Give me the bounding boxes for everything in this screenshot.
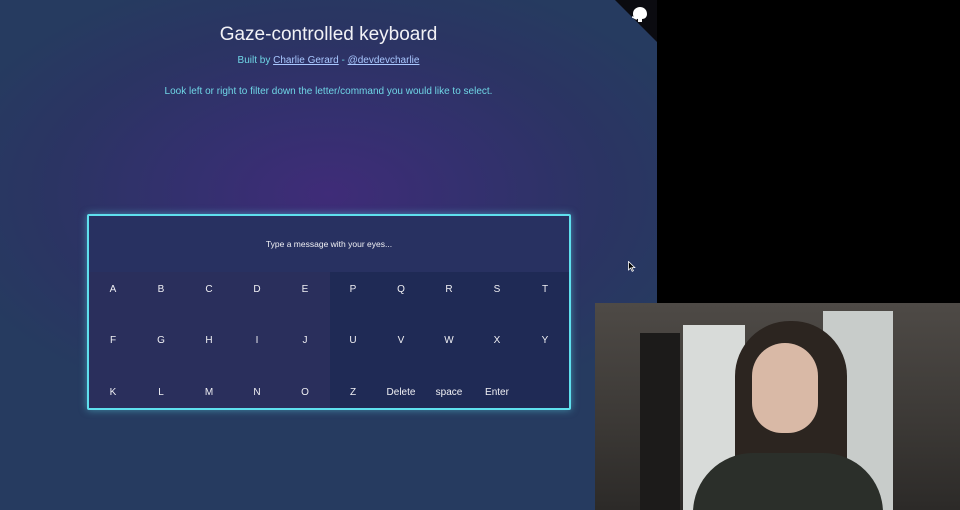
author-link[interactable]: Charlie Gerard [273,55,339,66]
key-left[interactable]: L [137,375,185,409]
webcam-person-face [752,343,818,433]
key-left[interactable]: J [281,323,329,357]
key-right[interactable]: Z [329,375,377,409]
webcam-feed [595,303,960,510]
app-page: Gaze-controlled keyboard Built by Charli… [0,0,657,510]
key-right[interactable]: Enter [473,375,521,409]
gaze-keyboard: Type a message with your eyes... ABCDE FG… [87,214,571,410]
key-left[interactable]: M [185,375,233,409]
key-left[interactable]: I [233,323,281,357]
twitter-handle-link[interactable]: @devdevcharlie [348,55,420,66]
key-right[interactable]: Y [521,323,569,357]
key-left[interactable]: K [89,375,137,409]
byline: Built by Charlie Gerard - @devdevcharlie [0,55,657,66]
key-right[interactable]: W [425,323,473,357]
key-right[interactable]: Q [377,272,425,306]
byline-separator: - [338,55,348,66]
instructions-text: Look left or right to filter down the le… [164,86,493,97]
key-right[interactable]: S [473,272,521,306]
page-title: Gaze-controlled keyboard [219,24,438,45]
byline-prefix: Built by [237,55,274,66]
key-right[interactable]: U [329,323,377,357]
key-left[interactable]: D [233,272,281,306]
key-left[interactable]: E [281,272,329,306]
key-left[interactable]: O [281,375,329,409]
key-left[interactable]: B [137,272,185,306]
key-right[interactable]: space [425,375,473,409]
key-right[interactable]: T [521,272,569,306]
github-octocat-icon[interactable] [630,5,650,23]
key-grid: A B C D E F G H I J K L M N O P Q R S T U V W X Y Z Delete space Ent… [89,272,569,408]
key-right[interactable] [521,375,569,409]
key-left[interactable]: H [185,323,233,357]
key-left[interactable]: C [185,272,233,306]
webcam-person-shirt [693,453,883,510]
key-left[interactable]: A [89,272,137,306]
key-left[interactable]: G [137,323,185,357]
key-right[interactable]: X [473,323,521,357]
key-right[interactable]: P [329,272,377,306]
mouse-pointer-icon [628,261,636,272]
key-left[interactable]: F [89,323,137,357]
key-right[interactable]: Delete [377,375,425,409]
webcam-curtain [640,333,680,510]
key-right[interactable]: V [377,323,425,357]
message-display[interactable]: Type a message with your eyes... [89,216,569,272]
key-left[interactable]: N [233,375,281,409]
key-right[interactable]: R [425,272,473,306]
